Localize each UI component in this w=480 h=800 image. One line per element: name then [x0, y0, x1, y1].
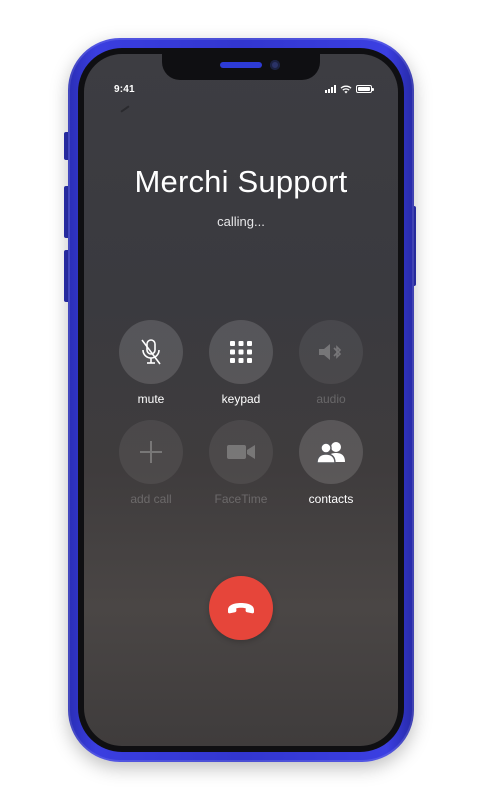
notch [162, 54, 320, 80]
contacts-button[interactable]: contacts [286, 420, 376, 508]
audio-button[interactable]: audio [286, 320, 376, 408]
audio-label: audio [316, 392, 346, 406]
call-screen: 9:41 Merchi Support calling... mute keyp… [84, 54, 398, 746]
video-camera-icon [227, 445, 255, 459]
earpiece-speaker [220, 62, 262, 68]
facetime-button-circle[interactable] [209, 420, 273, 484]
mute-button[interactable]: mute [106, 320, 196, 408]
add-call-button[interactable]: add call [106, 420, 196, 508]
keypad-button-circle[interactable] [209, 320, 273, 384]
mute-label: mute [137, 392, 165, 406]
microphone-muted-icon [141, 339, 161, 365]
wifi-icon [340, 85, 352, 93]
audio-button-circle[interactable] [299, 320, 363, 384]
status-time: 9:41 [114, 84, 135, 95]
facetime-label: FaceTime [214, 492, 268, 506]
contacts-label: contacts [308, 492, 354, 506]
keypad-icon [230, 341, 252, 363]
plus-icon [140, 441, 162, 463]
back-indicator [120, 105, 130, 113]
hang-up-phone-icon [228, 603, 254, 614]
speaker-bluetooth-icon [319, 344, 342, 360]
mute-button-circle[interactable] [119, 320, 183, 384]
signal-icon [325, 85, 336, 93]
status-icons [325, 84, 374, 94]
call-status: calling... [217, 214, 265, 229]
contacts-icon [316, 442, 345, 464]
keypad-label: keypad [221, 392, 261, 406]
add-call-button-circle[interactable] [119, 420, 183, 484]
end-call-button[interactable] [209, 576, 273, 640]
phone-mockup: 9:41 Merchi Support calling... mute keyp… [0, 0, 480, 800]
facetime-button[interactable]: FaceTime [196, 420, 286, 508]
keypad-button[interactable]: keypad [196, 320, 286, 408]
call-controls: mute keypad audio add call FaceTime cont… [106, 320, 376, 508]
contacts-button-circle[interactable] [299, 420, 363, 484]
add-call-label: add call [130, 492, 172, 506]
phone-body: 9:41 Merchi Support calling... mute keyp… [68, 38, 414, 762]
battery-icon [356, 85, 374, 93]
front-camera [270, 60, 280, 70]
caller-name: Merchi Support [134, 164, 348, 199]
